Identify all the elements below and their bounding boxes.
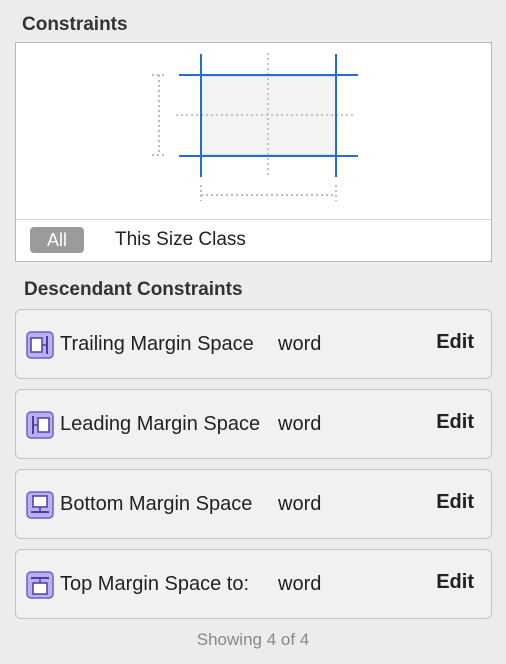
constraint-diagram bbox=[152, 53, 358, 201]
constraint-name: Leading Margin Space bbox=[60, 413, 261, 435]
constraint-target: word bbox=[278, 333, 322, 355]
size-class-bar: All This Size Class bbox=[16, 219, 491, 261]
constraint-target: word bbox=[278, 413, 322, 435]
constraint-target: word bbox=[278, 493, 322, 515]
constraint-row-top[interactable]: Top Margin Space to: word Edit bbox=[15, 549, 492, 619]
constraint-row-trailing[interactable]: Trailing Margin Space word Edit bbox=[15, 309, 492, 379]
constraint-target: word bbox=[278, 573, 322, 595]
edit-button[interactable]: Edit bbox=[436, 491, 474, 514]
leading-margin-icon bbox=[26, 411, 54, 439]
top-margin-icon bbox=[26, 571, 54, 599]
descendant-constraints-title: Descendant Constraints bbox=[24, 279, 243, 300]
constraint-row-leading[interactable]: Leading Margin Space word Edit bbox=[15, 389, 492, 459]
bottom-margin-icon bbox=[26, 491, 54, 519]
showing-count: Showing 4 of 4 bbox=[196, 630, 310, 649]
constraint-name: Bottom Margin Space bbox=[60, 493, 253, 515]
size-class-this-button[interactable]: This Size Class bbox=[115, 229, 246, 251]
constraint-name: Top Margin Space to: bbox=[60, 573, 249, 595]
edit-button[interactable]: Edit bbox=[436, 411, 474, 434]
edit-button[interactable]: Edit bbox=[436, 571, 474, 594]
constraint-name: Trailing Margin Space bbox=[60, 333, 254, 355]
constraints-title: Constraints bbox=[22, 14, 128, 35]
size-class-all-button[interactable]: All bbox=[30, 227, 84, 253]
constraint-row-bottom[interactable]: Bottom Margin Space word Edit bbox=[15, 469, 492, 539]
trailing-margin-icon bbox=[26, 331, 54, 359]
edit-button[interactable]: Edit bbox=[436, 331, 474, 354]
constraint-editor: All This Size Class bbox=[15, 42, 492, 262]
